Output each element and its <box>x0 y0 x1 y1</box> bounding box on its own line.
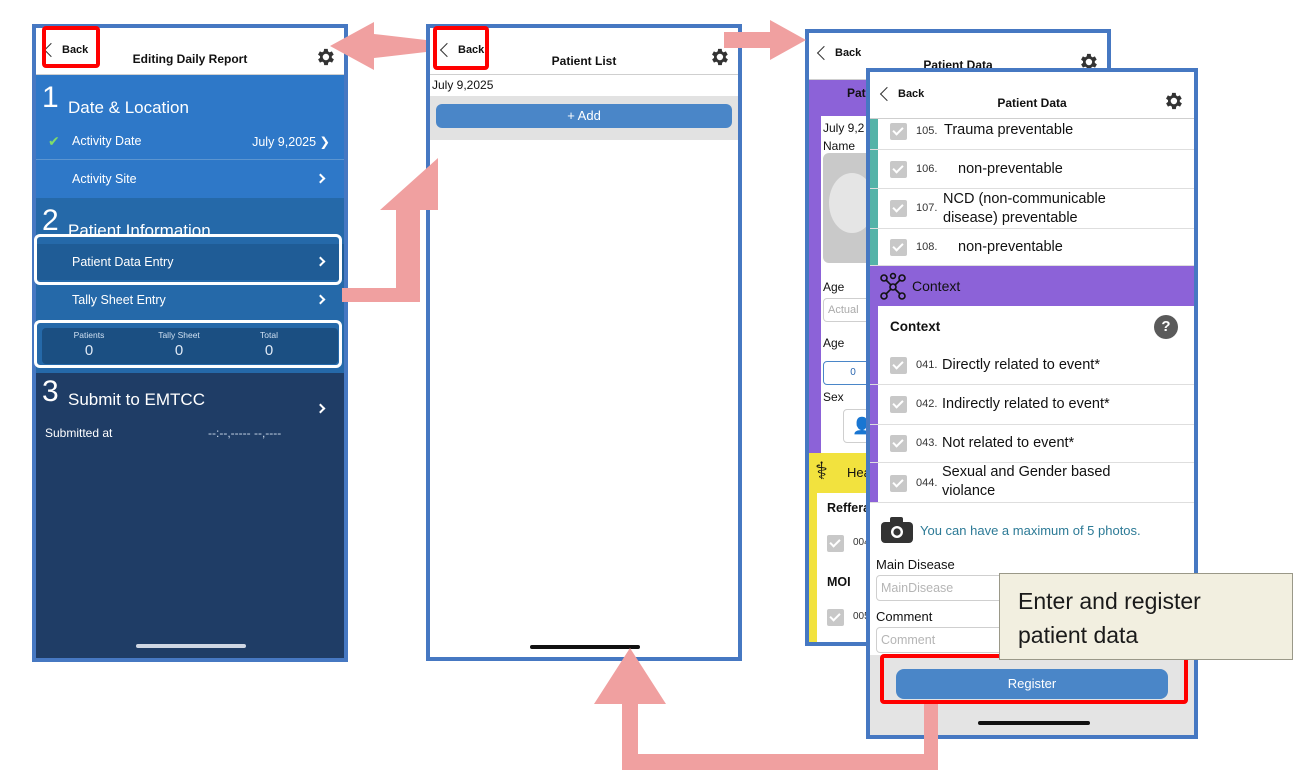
flow-arrows <box>330 20 938 770</box>
arrow-to-patient-list <box>342 158 438 302</box>
arrow-register-return <box>594 648 938 770</box>
arrow-back-to-report <box>330 22 426 70</box>
arrow-to-patient-data <box>724 20 806 60</box>
